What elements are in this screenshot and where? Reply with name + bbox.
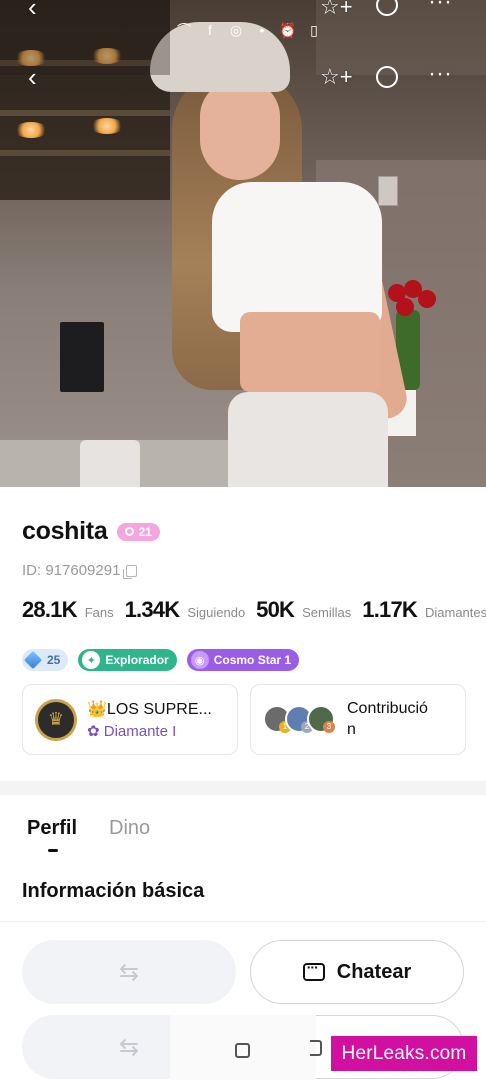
vibrate-icon: ▯ xyxy=(310,21,318,38)
level-badge[interactable]: 21 xyxy=(117,522,160,541)
family-rank: ✿ Diamante I xyxy=(87,722,212,740)
planet-icon: ◉ xyxy=(190,651,209,669)
rank-number: 3 xyxy=(323,720,335,733)
stats-row: 28.1K Fans 1.34K Siguiendo 50K Semillas … xyxy=(22,597,486,623)
chat-button[interactable]: Chatear xyxy=(250,940,464,1004)
diamonds-label: Diamantes xyxy=(424,605,486,620)
back-icon[interactable] xyxy=(310,1040,322,1056)
family-card[interactable]: ♛ 👑LOS SUPRE... ✿ Diamante I xyxy=(22,684,238,755)
edit-icon[interactable] xyxy=(376,0,398,20)
more-options-icon[interactable]: ··· xyxy=(428,0,452,14)
add-friend-icon[interactable]: ☆+ xyxy=(320,0,353,18)
diamond-icon xyxy=(23,650,43,670)
back-arrow-icon[interactable]: ‹ xyxy=(28,64,37,90)
diamond-level-badge[interactable]: 25 xyxy=(22,649,69,671)
avatar: 3 xyxy=(307,704,335,733)
section-divider xyxy=(0,781,486,795)
following-count[interactable]: 1.34K xyxy=(125,597,181,623)
photo-appliance xyxy=(60,322,104,392)
photo-slat xyxy=(0,110,170,116)
contribution-text: Contribució n xyxy=(347,700,428,739)
contribution-label-line1: Contribució xyxy=(347,700,428,717)
tab-perfil[interactable]: Perfil xyxy=(22,817,77,852)
chat-label: Chatear xyxy=(336,960,412,983)
diamond-level: 25 xyxy=(47,653,61,667)
following-label: Siguiendo xyxy=(187,605,246,620)
photo-light-switch xyxy=(378,176,398,206)
level-number: 21 xyxy=(138,524,152,539)
divider xyxy=(0,921,486,922)
photo-slat xyxy=(0,150,170,156)
seeds-count[interactable]: 50K xyxy=(256,597,295,623)
photo-light xyxy=(14,122,48,138)
fans-count[interactable]: 28.1K xyxy=(22,597,78,623)
back-arrow-icon[interactable]: ‹ xyxy=(28,0,37,20)
photo-person-pants xyxy=(228,392,388,487)
dot-icon: • xyxy=(259,22,265,38)
search-icon xyxy=(125,527,135,536)
photo-light xyxy=(90,118,124,134)
badges-row: 25 ✦ Explorador ◉ Cosmo Star 1 xyxy=(22,649,300,671)
explorer-label: Explorador xyxy=(105,653,169,667)
rank-crest-icon: ✿ xyxy=(87,723,104,740)
recent-apps-icon[interactable] xyxy=(235,1043,250,1058)
fans-label: Fans xyxy=(84,605,114,620)
diamonds-count[interactable]: 1.17K xyxy=(362,597,418,623)
watermark: HerLeaks.com xyxy=(331,1036,477,1071)
username: coshita xyxy=(22,517,108,545)
instagram-icon: ◎ xyxy=(229,21,243,38)
edit-icon[interactable] xyxy=(376,66,398,92)
photo-person-face xyxy=(200,80,280,180)
profile-tabs: Perfil Dino xyxy=(22,817,150,852)
alarm-icon: ⏰ xyxy=(279,21,297,38)
seeds-label: Semillas xyxy=(302,605,352,620)
signal-icon: ⌒ xyxy=(177,22,191,38)
photo-person-top xyxy=(212,182,382,332)
cosmo-label: Cosmo Star 1 xyxy=(213,653,292,667)
cosmo-star-badge[interactable]: ◉ Cosmo Star 1 xyxy=(186,649,300,671)
contribution-card[interactable]: 1 2 3 Contribució n xyxy=(250,684,466,755)
chat-bubble-icon xyxy=(302,959,325,981)
contribution-label-line2: n xyxy=(347,721,356,738)
explorer-icon: ✦ xyxy=(82,651,101,669)
cards-row: ♛ 👑LOS SUPRE... ✿ Diamante I 1 2 3 Contr… xyxy=(22,684,466,755)
family-rank-label: Diamante I xyxy=(103,723,177,740)
family-crest-icon: ♛ xyxy=(35,698,77,741)
family-card-text: 👑LOS SUPRE... ✿ Diamante I xyxy=(87,699,212,740)
copy-icon[interactable] xyxy=(123,564,138,579)
add-friend-icon[interactable]: ☆+ xyxy=(320,66,353,88)
more-options-icon[interactable]: ··· xyxy=(428,62,452,86)
name-row: coshita 21 xyxy=(22,517,160,546)
follow-button[interactable]: ⇆ xyxy=(22,940,236,1004)
tab-dino[interactable]: Dino xyxy=(109,817,150,840)
contributor-avatars: 1 2 3 xyxy=(263,704,337,735)
photo-person-waist xyxy=(240,312,380,392)
explorer-badge[interactable]: ✦ Explorador xyxy=(78,649,177,671)
swap-icon: ⇆ xyxy=(118,958,140,986)
status-bar-icons: ⌒ f ◎ • ⏰ ▯ xyxy=(176,21,322,39)
user-id: ID: 917609291 xyxy=(22,562,121,579)
basic-info-heading: Información básica xyxy=(22,880,205,902)
user-id-row: ID: 917609291 xyxy=(22,562,138,579)
facebook-icon: f xyxy=(208,22,212,38)
overlay-strip xyxy=(0,0,170,75)
profile-cover-photo: ‹ ‹ ⌒ f ◎ • ⏰ ▯ ☆+ ··· ☆+ ··· xyxy=(0,0,486,487)
photo-chair xyxy=(80,440,140,487)
swap-icon: ⇆ xyxy=(118,1033,140,1061)
family-name: 👑LOS SUPRE... xyxy=(87,701,212,718)
